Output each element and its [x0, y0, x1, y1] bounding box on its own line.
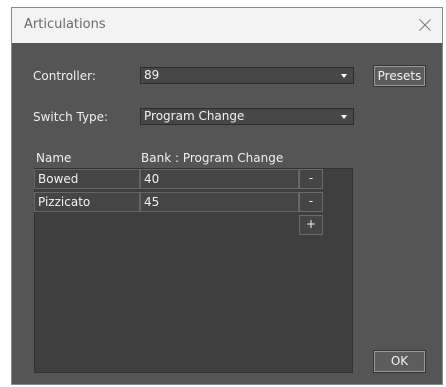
- articulation-value-cell[interactable]: 45: [140, 192, 299, 212]
- ok-button[interactable]: OK: [373, 350, 426, 373]
- add-row-button[interactable]: +: [299, 215, 323, 235]
- switch-type-dropdown[interactable]: Program Change: [140, 108, 354, 125]
- presets-button[interactable]: Presets: [373, 65, 426, 87]
- switch-type-value: Program Change: [144, 109, 245, 123]
- dialog-title: Articulations: [24, 17, 106, 32]
- switch-type-label: Switch Type:: [33, 110, 109, 124]
- controller-label: Controller:: [33, 69, 96, 83]
- chevron-down-icon: [341, 115, 347, 119]
- column-header-bank-program: Bank : Program Change: [141, 151, 284, 165]
- close-button[interactable]: [408, 8, 442, 42]
- articulation-name-cell[interactable]: Pizzicato: [34, 192, 140, 212]
- controller-dropdown[interactable]: 89: [140, 67, 354, 84]
- remove-row-button[interactable]: -: [299, 192, 323, 212]
- chevron-down-icon: [341, 74, 347, 78]
- controller-value: 89: [144, 68, 160, 82]
- articulation-name-cell[interactable]: Bowed: [34, 169, 140, 189]
- articulations-dialog: Articulations Controller: 89 Presets Swi…: [11, 7, 443, 385]
- column-header-name: Name: [36, 151, 72, 165]
- articulation-value-cell[interactable]: 40: [140, 169, 299, 189]
- title-bar: Articulations: [12, 8, 442, 43]
- close-icon: [419, 19, 431, 31]
- remove-row-button[interactable]: -: [299, 169, 323, 189]
